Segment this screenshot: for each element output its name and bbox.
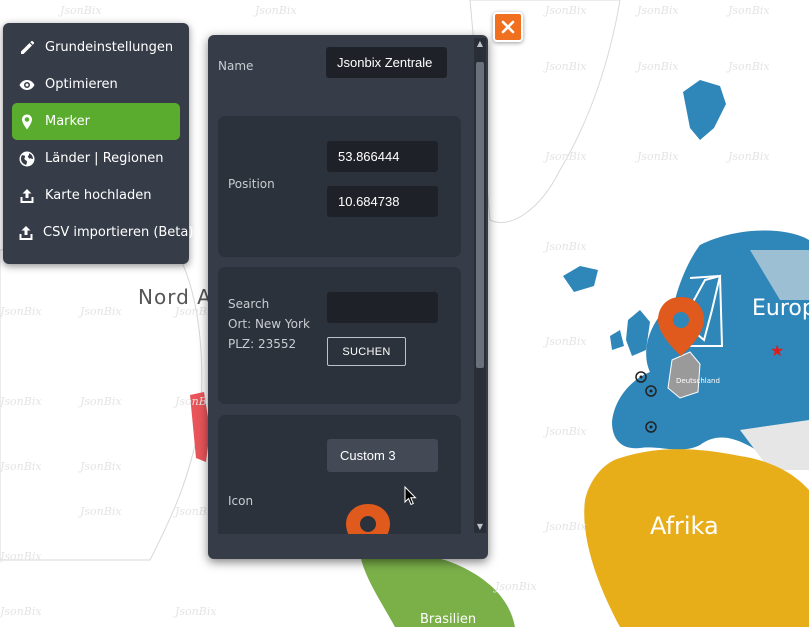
scroll-up-icon[interactable]: ▲ — [476, 40, 484, 48]
upload-icon — [18, 187, 36, 205]
marker-preview-icon — [346, 504, 390, 534]
map-label-africa: Afrika — [650, 512, 719, 540]
marker-settings-panel: Name Jsonbix Zentrale Position 53.866444… — [208, 35, 488, 559]
search-hint-city: Ort: New York — [228, 317, 310, 331]
svg-text:★: ★ — [770, 341, 784, 360]
scroll-down-icon[interactable]: ▼ — [476, 523, 484, 531]
latitude-input[interactable]: 53.866444 — [327, 141, 438, 172]
upload-icon — [18, 224, 34, 242]
menu-item-label: CSV importieren (Beta) — [43, 225, 194, 240]
icon-select[interactable]: Custom 3 — [327, 439, 438, 472]
menu-item-label: Länder | Regionen — [45, 151, 164, 166]
menu-item-marker[interactable]: Marker — [12, 103, 180, 140]
name-input[interactable]: Jsonbix Zentrale — [326, 47, 447, 78]
search-button[interactable]: SUCHEN — [327, 337, 406, 366]
map-label-europe: Europ — [752, 296, 809, 321]
menu-item-label: Karte hochladen — [45, 188, 152, 203]
pencil-icon — [18, 39, 36, 57]
search-hint-zip: PLZ: 23552 — [228, 337, 297, 351]
search-input[interactable] — [327, 292, 438, 323]
menu-item-karte-hochladen[interactable]: Karte hochladen — [12, 177, 180, 214]
icon-label: Icon — [228, 494, 254, 508]
position-label: Position — [228, 177, 275, 191]
globe-icon — [18, 150, 36, 168]
scroll-thumb[interactable] — [476, 62, 484, 368]
menu-item-optimieren[interactable]: Optimieren — [12, 66, 180, 103]
mouse-cursor-icon — [404, 486, 417, 506]
map-label-germany: Deutschland — [676, 377, 720, 385]
map-label-north-america: Nord A — [138, 285, 212, 309]
longitude-input[interactable]: 10.684738 — [327, 186, 438, 217]
map-label-brazil: Brasilien — [420, 612, 477, 627]
panel-scrollbar[interactable]: ▲ ▼ — [474, 38, 486, 533]
side-menu: Grundeinstellungen Optimieren Marker Län… — [3, 23, 193, 264]
eye-icon — [18, 76, 36, 94]
panel-scroll-area[interactable]: Name Jsonbix Zentrale Position 53.866444… — [208, 35, 474, 534]
search-label: Search — [228, 297, 270, 311]
search-card: Search Ort: New York PLZ: 23552 SUCHEN — [218, 267, 461, 404]
menu-item-label: Optimieren — [45, 77, 118, 92]
menu-item-csv-importieren[interactable]: CSV importieren (Beta) — [12, 214, 193, 251]
icon-card: Icon Custom 3 — [218, 415, 461, 534]
menu-item-label: Marker — [45, 114, 90, 129]
menu-item-label: Grundeinstellungen — [45, 40, 174, 55]
menu-item-laender-regionen[interactable]: Länder | Regionen — [12, 140, 180, 177]
map-pin-icon — [18, 113, 36, 131]
menu-item-grundeinstellungen[interactable]: Grundeinstellungen — [12, 29, 180, 66]
close-button[interactable] — [493, 12, 523, 42]
close-icon — [501, 20, 515, 34]
name-label: Name — [218, 59, 254, 73]
position-card: Position 53.866444 10.684738 — [218, 116, 461, 257]
